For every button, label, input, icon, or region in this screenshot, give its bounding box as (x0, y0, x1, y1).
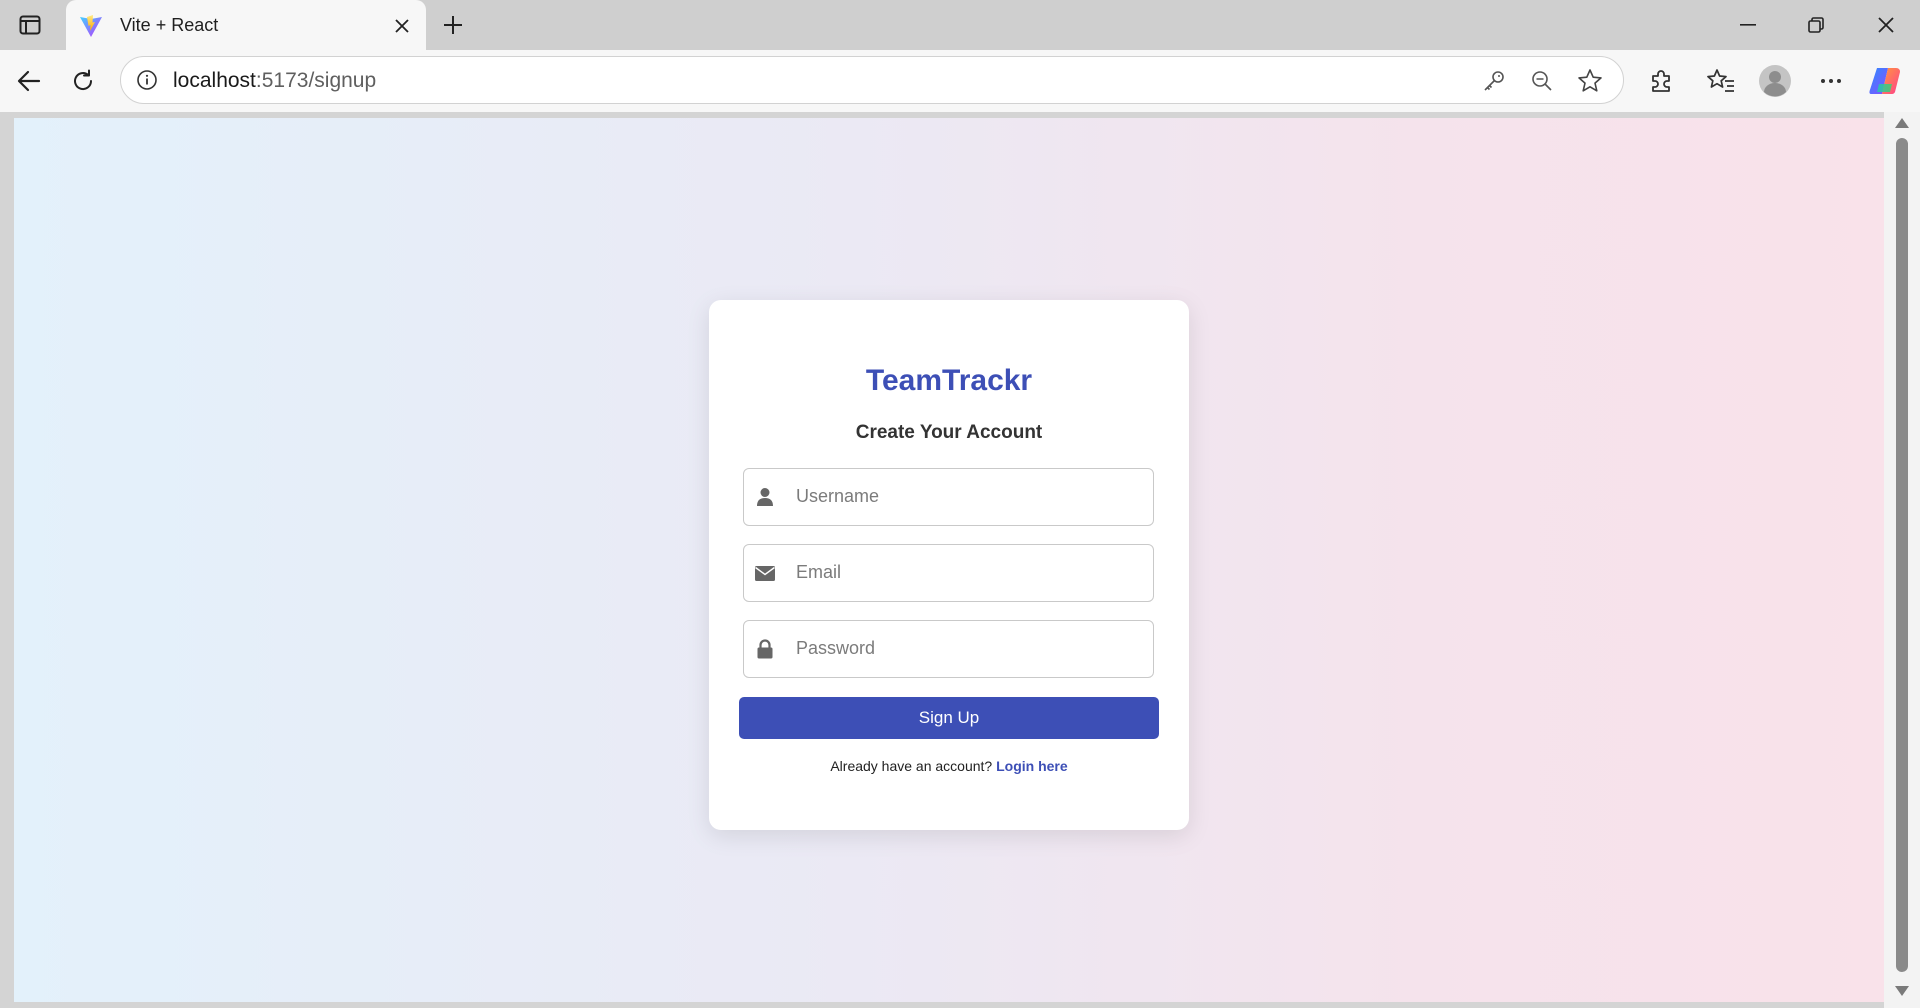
signup-card: TeamTrackr Create Your Account Sign Up A… (709, 300, 1189, 830)
info-icon[interactable] (133, 66, 161, 94)
username-input[interactable] (796, 469, 1146, 524)
copilot-icon[interactable] (1866, 62, 1904, 100)
window-close-icon[interactable] (1852, 0, 1920, 50)
profile-icon[interactable] (1756, 62, 1794, 100)
login-link[interactable]: Login here (996, 758, 1068, 774)
close-icon[interactable] (386, 10, 418, 42)
username-field[interactable] (743, 468, 1154, 526)
scroll-thumb[interactable] (1896, 138, 1908, 972)
vite-icon (78, 13, 104, 39)
extensions-icon[interactable] (1642, 62, 1680, 100)
back-icon[interactable] (10, 62, 48, 100)
url-text: localhost:5173/signup (173, 69, 377, 92)
email-field[interactable] (743, 544, 1154, 602)
favorites-icon[interactable] (1702, 62, 1740, 100)
key-icon[interactable] (1479, 66, 1509, 96)
password-field[interactable] (743, 620, 1154, 678)
envelope-icon (754, 562, 776, 584)
page-viewport: TeamTrackr Create Your Account Sign Up A… (14, 118, 1884, 1002)
plus-icon[interactable] (436, 8, 470, 42)
sidebar-icon[interactable] (14, 10, 46, 40)
star-icon[interactable] (1575, 66, 1605, 96)
lock-icon (754, 638, 776, 660)
scroll-down-arrow[interactable] (1895, 986, 1909, 996)
email-input[interactable] (796, 545, 1146, 600)
user-icon (754, 486, 776, 508)
login-prompt-text: Already have an account? (830, 758, 993, 774)
sign-up-button[interactable]: Sign Up (739, 697, 1159, 739)
tab-strip: Vite + React (0, 0, 1920, 51)
tab-title: Vite + React (120, 15, 219, 35)
browser-toolbar: localhost:5173/signup (0, 50, 1920, 112)
zoom-out-icon[interactable] (1527, 66, 1557, 96)
vertical-scrollbar[interactable] (1884, 112, 1920, 1008)
address-bar[interactable]: localhost:5173/signup (120, 56, 1624, 104)
refresh-icon[interactable] (64, 62, 102, 100)
browser-tab[interactable]: Vite + React (66, 0, 426, 51)
page-subtitle: Create Your Account (855, 422, 1043, 443)
minimize-icon[interactable] (1714, 0, 1782, 50)
restore-icon[interactable] (1782, 0, 1850, 50)
scroll-up-arrow[interactable] (1895, 118, 1909, 128)
brand-title: TeamTrackr (865, 364, 1033, 397)
login-prompt: Already have an account? Login here (709, 758, 1189, 774)
more-icon[interactable] (1812, 62, 1850, 100)
password-input[interactable] (796, 621, 1146, 676)
